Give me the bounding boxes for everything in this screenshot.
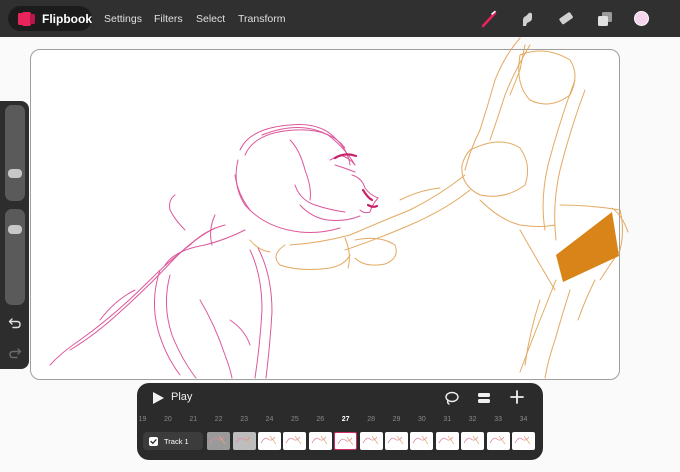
track-name: Track 1 (164, 436, 189, 446)
frame-strip: Track 1 (137, 431, 543, 453)
frame-thumbnail[interactable] (385, 432, 408, 450)
frame-thumbnail[interactable] (308, 432, 332, 450)
timeline-controls: Play (137, 383, 543, 412)
track-1-label[interactable]: Track 1 (143, 432, 203, 450)
frame-number: 24 (265, 416, 274, 423)
frame-thumbnail[interactable] (258, 432, 281, 450)
frame-thumbnail[interactable] (359, 432, 383, 450)
frame-number: 20 (163, 416, 172, 423)
frame-thumbnail[interactable] (283, 432, 307, 450)
frame-thumbnail[interactable] (232, 432, 256, 450)
frame-thumbnail[interactable] (207, 432, 231, 450)
frame-number: 30 (417, 416, 426, 423)
frame-thumbnail[interactable] (410, 432, 434, 450)
frame-number: 33 (494, 416, 502, 423)
frame-ruler: 19 20 21 22 23 24 25 26 27 28 29 30 31 32 33 34 (137, 416, 543, 428)
frame-number: 25 (290, 416, 299, 423)
frame-thumbnail[interactable] (486, 432, 510, 450)
timeline-panel: Play 19 20 21 22 23 24 25 26 27 28 29 30 31 32 33 34 Tr… (137, 383, 543, 460)
frame-number: 26 (316, 416, 325, 423)
play-button-label[interactable]: Play (171, 391, 192, 403)
lasso-icon[interactable] (444, 390, 460, 411)
track-visibility-checkbox[interactable] (149, 436, 158, 446)
undo-icon[interactable] (5, 314, 25, 332)
frame-number: 23 (240, 416, 248, 423)
frame-number: 21 (189, 416, 198, 423)
frame-number: 27 (341, 416, 350, 423)
frame-number: 34 (519, 416, 528, 423)
frame-number: 32 (468, 416, 477, 423)
frame-thumbnail[interactable] (512, 432, 535, 450)
add-frame-icon[interactable] (509, 389, 525, 410)
armband-fill-shape (556, 212, 619, 282)
frame-thumbnail[interactable] (435, 432, 459, 450)
frame-number: 22 (214, 416, 223, 423)
frame-thumbnail[interactable] (334, 432, 358, 450)
redo-icon[interactable] (5, 344, 25, 362)
brush-settings-panel (0, 101, 29, 369)
frame-number: 29 (392, 416, 401, 423)
frame-thumbnail[interactable] (461, 432, 485, 450)
tracks-icon[interactable] (476, 390, 492, 411)
play-icon[interactable] (151, 391, 165, 410)
frame-number: 19 (138, 416, 147, 423)
brush-opacity-handle[interactable] (8, 225, 22, 234)
brush-size-handle[interactable] (8, 169, 22, 178)
brush-size-slider[interactable] (5, 105, 25, 201)
frame-number: 28 (367, 416, 375, 423)
frame-number: 31 (443, 416, 452, 423)
brush-opacity-slider[interactable] (5, 209, 25, 305)
